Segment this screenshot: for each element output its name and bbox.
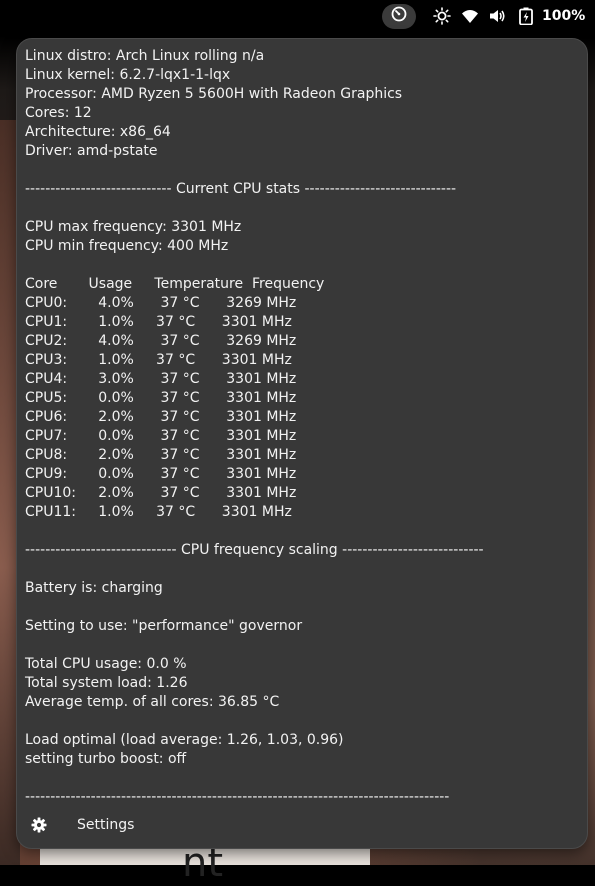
report-line (25, 161, 484, 180)
report-line: Linux kernel: 6.2.7-lqx1-1-lqx (25, 67, 231, 83)
report-line: CPU11: 1.0% 37 °C 3301 MHz (25, 504, 292, 520)
report-line: CPU2: 4.0% 37 °C 3269 MHz (25, 333, 297, 349)
cpu-report-text: Linux distro: Arch Linux rolling n/a Linu… (25, 47, 484, 807)
report-line (25, 769, 484, 788)
report-line: CPU6: 2.0% 37 °C 3301 MHz (25, 409, 297, 425)
report-line: Total system load: 1.26 (25, 675, 188, 691)
report-line: CPU1: 1.0% 37 °C 3301 MHz (25, 314, 292, 330)
report-line: Cores: 12 (25, 105, 92, 121)
report-line: CPU7: 0.0% 37 °C 3301 MHz (25, 428, 297, 444)
report-line: ----------------------------------------… (25, 789, 450, 805)
report-line (25, 636, 484, 655)
gear-icon (29, 815, 49, 835)
report-line: Core Usage Temperature Frequency (25, 276, 325, 292)
gauge-icon (391, 6, 407, 27)
report-line: CPU10: 2.0% 37 °C 3301 MHz (25, 485, 297, 501)
report-line: Setting to use: "performance" governor (25, 618, 303, 634)
report-line: CPU3: 1.0% 37 °C 3301 MHz (25, 352, 292, 368)
report-line: CPU5: 0.0% 37 °C 3301 MHz (25, 390, 297, 406)
report-line (25, 199, 484, 218)
report-line: CPU8: 2.0% 37 °C 3301 MHz (25, 447, 297, 463)
system-status-area[interactable]: 100% (432, 5, 585, 27)
report-line: CPU9: 0.0% 37 °C 3301 MHz (25, 466, 297, 482)
wifi-icon (460, 6, 480, 26)
settings-menu-item[interactable]: Settings (23, 809, 581, 841)
report-line: Average temp. of all cores: 36.85 °C (25, 694, 280, 710)
settings-label: Settings (77, 817, 135, 833)
report-line: CPU max frequency: 3301 MHz (25, 219, 242, 235)
report-line: Battery is: charging (25, 580, 163, 596)
report-line: Processor: AMD Ryzen 5 5600H with Radeon… (25, 86, 403, 102)
cpufreq-popup-menu: Linux distro: Arch Linux rolling n/a Linu… (16, 38, 588, 849)
battery-charging-icon (516, 6, 536, 26)
report-line (25, 522, 484, 541)
report-line (25, 256, 484, 275)
report-line: ----------------------------- Current CP… (25, 181, 457, 197)
report-line: Linux distro: Arch Linux rolling n/a (25, 48, 265, 64)
report-line (25, 598, 484, 617)
report-line: CPU4: 3.0% 37 °C 3301 MHz (25, 371, 297, 387)
report-line (25, 712, 484, 731)
report-line: ------------------------------ CPU frequ… (25, 542, 484, 558)
report-line: CPU min frequency: 400 MHz (25, 238, 229, 254)
brightness-icon (432, 6, 452, 26)
volume-icon (488, 6, 508, 26)
report-line (25, 560, 484, 579)
cpufreq-indicator-button[interactable] (382, 4, 416, 29)
battery-percentage: 100% (542, 8, 586, 24)
top-bar: 100% (0, 0, 595, 34)
report-line: Load optimal (load average: 1.26, 1.03, … (25, 732, 344, 748)
report-line: setting turbo boost: off (25, 751, 187, 767)
report-line: Driver: amd-pstate (25, 143, 158, 159)
report-line: Architecture: x86_64 (25, 124, 171, 140)
report-line: CPU0: 4.0% 37 °C 3269 MHz (25, 295, 297, 311)
report-line: Total CPU usage: 0.0 % (25, 656, 187, 672)
